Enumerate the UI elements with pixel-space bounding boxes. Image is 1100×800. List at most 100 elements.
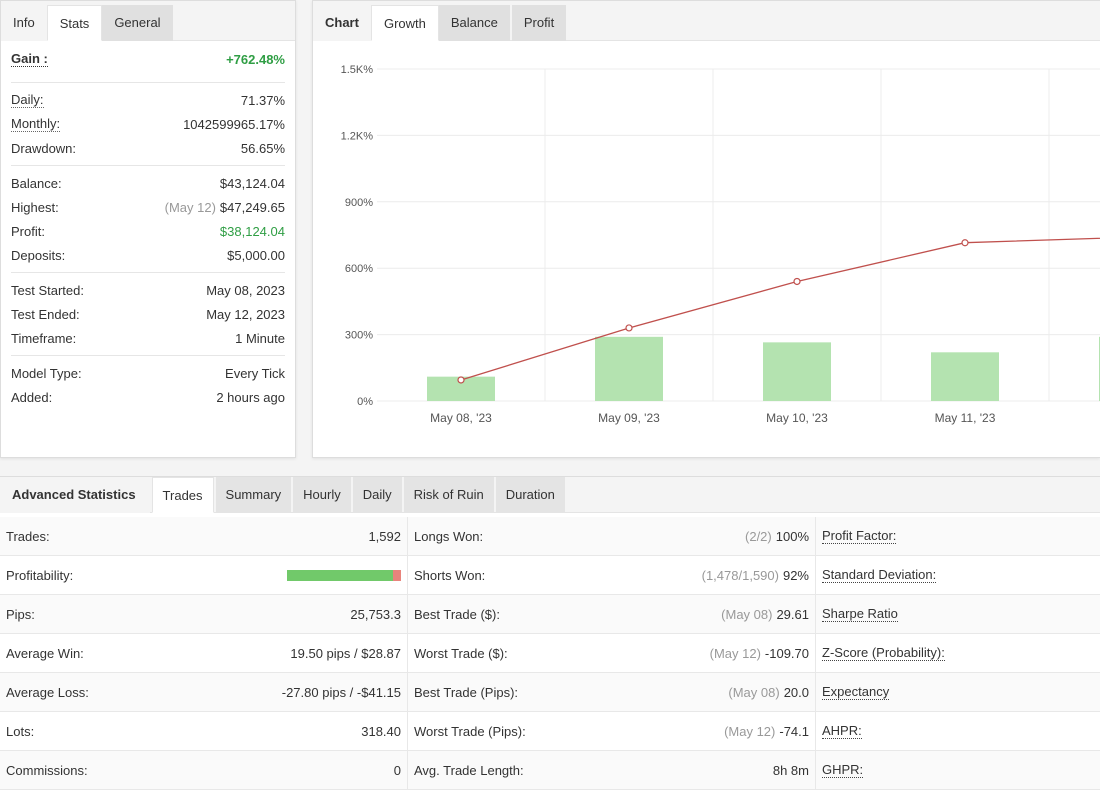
lots-label: Lots: bbox=[6, 723, 35, 739]
balance-label: Balance: bbox=[11, 175, 62, 191]
advanced-statistics-panel: Advanced Statistics Trades Summary Hourl… bbox=[0, 476, 1100, 800]
divider bbox=[11, 355, 285, 356]
table-row: Profitability: Shorts Won: (1,478/1,590) 9… bbox=[0, 556, 1100, 595]
stat-cell: Longs Won: (2/2) 100% bbox=[408, 517, 816, 555]
worst-trade-pips-value: -74.1 bbox=[779, 723, 809, 739]
gain-row: Gain : +762.48% bbox=[11, 41, 285, 77]
highest-value: $47,249.65 bbox=[219, 199, 285, 215]
stat-cell: Shorts Won: (1,478/1,590) 92% bbox=[408, 556, 816, 594]
trades-value: 1,592 bbox=[368, 528, 401, 544]
added-value: 2 hours ago bbox=[216, 389, 285, 405]
trades-label: Trades: bbox=[6, 528, 50, 544]
stat-cell: GHPR: bbox=[816, 751, 1100, 789]
ahpr-label[interactable]: AHPR: bbox=[822, 723, 862, 739]
stat-cell: Lots: 318.40 bbox=[0, 712, 408, 750]
advanced-statistics-title: Advanced Statistics bbox=[0, 477, 150, 513]
advanced-tabbar: Advanced Statistics Trades Summary Hourl… bbox=[0, 477, 1100, 513]
model-type-row: Model Type: Every Tick bbox=[11, 361, 285, 385]
profit-factor-label[interactable]: Profit Factor: bbox=[822, 528, 897, 544]
timeframe-row: Timeframe: 1 Minute bbox=[11, 326, 285, 350]
stat-cell: Z-Score (Probability): bbox=[816, 634, 1100, 672]
chart-panel: Chart Growth Balance Profit 0% 300% 600% 90… bbox=[312, 0, 1100, 458]
gain-label[interactable]: Gain : bbox=[11, 51, 48, 67]
worst-trade-usd-value: -109.70 bbox=[764, 645, 809, 661]
tab-info[interactable]: Info bbox=[1, 5, 47, 41]
growth-point bbox=[625, 324, 633, 332]
tab-risk-of-ruin[interactable]: Risk of Ruin bbox=[403, 477, 494, 513]
drawdown-row: Drawdown: 56.65% bbox=[11, 136, 285, 160]
monthly-value: 1042599965.17% bbox=[183, 116, 285, 132]
tab-hourly[interactable]: Hourly bbox=[293, 477, 351, 513]
growth-point bbox=[961, 239, 969, 247]
profit-label: Profit: bbox=[11, 223, 45, 239]
highest-label: Highest: bbox=[11, 199, 59, 215]
tab-trades[interactable]: Trades bbox=[151, 477, 214, 513]
z-score-label[interactable]: Z-Score (Probability): bbox=[822, 645, 945, 661]
x-tick-label: May 09, '23 bbox=[598, 411, 660, 425]
daily-row: Daily: 71.37% bbox=[11, 88, 285, 112]
standard-deviation-label[interactable]: Standard Deviation: bbox=[822, 567, 937, 583]
test-started-row: Test Started: May 08, 2023 bbox=[11, 278, 285, 302]
table-row: Average Win: 19.50 pips / $28.87 Worst Tr… bbox=[0, 634, 1100, 673]
average-win-label: Average Win: bbox=[6, 645, 84, 661]
shorts-won-value: 92% bbox=[782, 567, 809, 583]
stat-cell: Sharpe Ratio bbox=[816, 595, 1100, 633]
divider bbox=[11, 82, 285, 83]
info-panel: Info Stats General Gain : +762.48% Daily… bbox=[0, 0, 296, 458]
shorts-won-value-wrap: (1,478/1,590) 92% bbox=[702, 568, 809, 583]
highest-date: (May 12) bbox=[164, 199, 216, 215]
timeframe-value: 1 Minute bbox=[235, 330, 285, 346]
ghpr-label[interactable]: GHPR: bbox=[822, 762, 864, 778]
profitability-bar bbox=[287, 569, 401, 581]
advanced-stats-table: Trades: 1,592 Longs Won: (2/2) 100% Profit … bbox=[0, 517, 1100, 790]
chart-tabbar: Chart Growth Balance Profit bbox=[313, 1, 1100, 41]
longs-won-label: Longs Won: bbox=[414, 528, 484, 544]
tab-summary[interactable]: Summary bbox=[215, 477, 292, 513]
tab-growth[interactable]: Growth bbox=[370, 5, 439, 41]
highest-row: Highest: (May 12) $47,249.65 bbox=[11, 195, 285, 219]
tab-general[interactable]: General bbox=[102, 5, 173, 41]
model-type-value: Every Tick bbox=[225, 365, 285, 381]
sharpe-ratio-label[interactable]: Sharpe Ratio bbox=[822, 606, 898, 622]
added-label: Added: bbox=[11, 389, 53, 405]
tab-stats[interactable]: Stats bbox=[46, 5, 103, 41]
stat-cell: Expectancy bbox=[816, 673, 1100, 711]
stat-cell: Standard Deviation: bbox=[816, 556, 1100, 594]
commissions-value: 0 bbox=[393, 762, 401, 778]
stat-cell: Avg. Trade Length: 8h 8m bbox=[408, 751, 816, 789]
tab-balance[interactable]: Balance bbox=[438, 5, 510, 41]
tab-profit[interactable]: Profit bbox=[511, 5, 567, 41]
tab-duration[interactable]: Duration bbox=[495, 477, 565, 513]
worst-trade-pips-date: (May 12) bbox=[724, 723, 776, 739]
growth-chart[interactable]: 0% 300% 600% 900% 1.2K% 1.5K% May 08, '23 May 0… bbox=[313, 41, 1100, 451]
commissions-label: Commissions: bbox=[6, 762, 88, 778]
stat-cell: Average Loss: -27.80 pips / -$41.15 bbox=[0, 673, 408, 711]
growth-point bbox=[793, 277, 801, 286]
stat-cell: Best Trade (Pips): (May 08) 20.0 bbox=[408, 673, 816, 711]
x-tick-label: May 11, '23 bbox=[935, 411, 996, 425]
model-type-label: Model Type: bbox=[11, 365, 82, 381]
info-body: Gain : +762.48% Daily: 71.37% Monthly: 1… bbox=[1, 41, 295, 409]
profitability-loss-fill bbox=[393, 569, 401, 581]
stat-cell: Average Win: 19.50 pips / $28.87 bbox=[0, 634, 408, 672]
chart-bar bbox=[931, 352, 999, 401]
test-ended-row: Test Ended: May 12, 2023 bbox=[11, 302, 285, 326]
longs-won-count: (2/2) bbox=[745, 528, 772, 544]
test-started-value: May 08, 2023 bbox=[206, 282, 285, 298]
best-trade-usd-label: Best Trade ($): bbox=[414, 606, 500, 622]
daily-label[interactable]: Daily: bbox=[11, 92, 44, 108]
table-row: Trades: 1,592 Longs Won: (2/2) 100% Profit … bbox=[0, 517, 1100, 556]
profitability-label: Profitability: bbox=[6, 567, 74, 583]
expectancy-label[interactable]: Expectancy bbox=[822, 684, 890, 700]
stat-cell: Trades: 1,592 bbox=[0, 517, 408, 555]
longs-won-value: 100% bbox=[775, 528, 809, 544]
lots-value: 318.40 bbox=[361, 723, 401, 739]
best-trade-pips-value: 20.0 bbox=[783, 684, 809, 700]
longs-won-value-wrap: (2/2) 100% bbox=[745, 529, 809, 544]
monthly-label[interactable]: Monthly: bbox=[11, 116, 61, 132]
tab-daily[interactable]: Daily bbox=[352, 477, 402, 513]
table-row: Average Loss: -27.80 pips / -$41.15 Best … bbox=[0, 673, 1100, 712]
stat-cell: Pips: 25,753.3 bbox=[0, 595, 408, 633]
profitability-win-fill bbox=[287, 569, 394, 581]
best-trade-pips-value-wrap: (May 08) 20.0 bbox=[728, 685, 809, 700]
